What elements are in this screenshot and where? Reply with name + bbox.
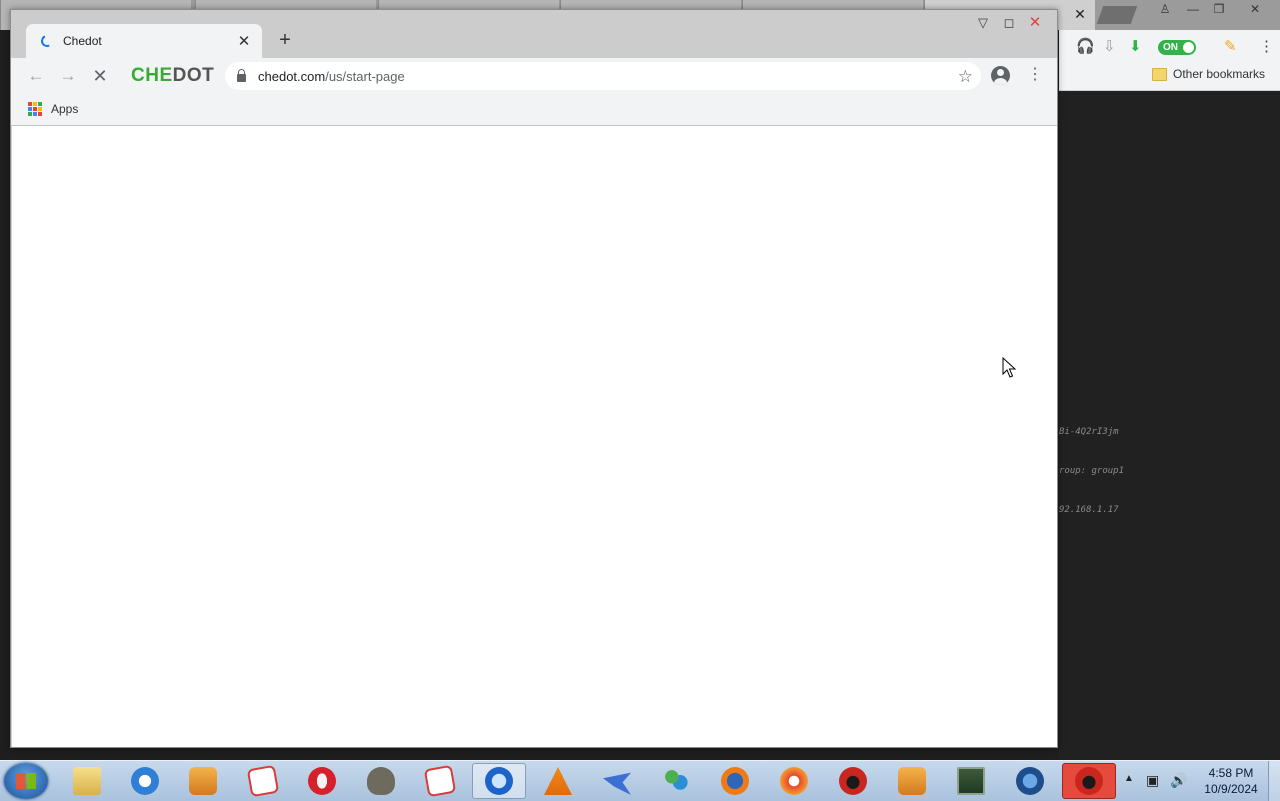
tray-network-icon[interactable]: ▣ xyxy=(1146,772,1159,789)
taskbar-media-player[interactable] xyxy=(176,763,230,799)
tray-volume-icon[interactable]: 🔊 xyxy=(1170,772,1187,789)
logo-part-2: DOT xyxy=(172,65,215,86)
console-line: 92.168.1.17 xyxy=(1059,505,1119,515)
apps-grid-icon xyxy=(28,102,42,116)
background-menu-icon[interactable]: ⋮ xyxy=(1259,38,1274,56)
dropdown-triangle-icon[interactable]: ▽ xyxy=(973,15,993,31)
taskbar-file-explorer[interactable] xyxy=(60,763,114,799)
more-menu-icon[interactable]: ⋮ xyxy=(1027,65,1043,85)
taskbar-network[interactable] xyxy=(1003,763,1057,799)
taskbar-gimp[interactable] xyxy=(354,763,408,799)
download-tray-icon[interactable]: ⇩ xyxy=(1103,38,1116,56)
mouse-cursor-icon xyxy=(1002,357,1016,378)
tray-expand-icon[interactable]: ▲ xyxy=(1124,773,1134,784)
download-icon[interactable]: ⬇ xyxy=(1129,38,1142,56)
show-desktop-button[interactable] xyxy=(1268,761,1280,801)
broom-icon[interactable]: ✎ xyxy=(1224,38,1237,56)
url-path: /us/start-page xyxy=(325,68,405,84)
chedot-logo[interactable]: CHEDOT xyxy=(131,65,214,87)
angry-bird-icon xyxy=(1075,767,1103,795)
background-new-tab-button[interactable] xyxy=(1096,6,1138,24)
back-arrow-icon[interactable]: ← xyxy=(26,66,46,86)
folder-icon xyxy=(1152,67,1167,81)
firefox-icon xyxy=(721,767,749,795)
opera-icon xyxy=(308,767,336,795)
background-profile-icon[interactable]: ♙ xyxy=(1152,0,1178,18)
console-text: Bi-4Q2rI3jm roup: group1 92.168.1.17 xyxy=(1059,400,1124,530)
chedot-browser-window: Chedot ✕ + ▽ ◻ ✕ ← → ✕ CHEDOT chedot.com… xyxy=(10,9,1058,748)
new-tab-button[interactable]: + xyxy=(273,30,297,52)
background-minimize-icon[interactable]: — xyxy=(1180,0,1206,18)
url-text[interactable]: chedot.com/us/start-page xyxy=(258,69,405,84)
address-bar[interactable]: chedot.com/us/start-page ☆ xyxy=(225,62,981,90)
roblox-icon xyxy=(246,764,280,798)
lock-icon[interactable] xyxy=(237,69,246,82)
roblox-studio-icon xyxy=(423,764,457,798)
logo-part-1: CHE xyxy=(131,65,173,86)
clock-date: 10/9/2024 xyxy=(1204,782,1258,796)
background-close-icon[interactable]: ✕ xyxy=(1242,0,1268,18)
taskbar-opera[interactable] xyxy=(295,763,349,799)
other-bookmarks[interactable]: Other bookmarks xyxy=(1152,67,1265,81)
start-button[interactable] xyxy=(4,763,48,799)
taskbar-shark-app[interactable] xyxy=(590,763,644,799)
media-player-icon xyxy=(898,767,926,795)
profile-avatar-icon[interactable] xyxy=(991,66,1010,85)
window-close-icon[interactable]: ✕ xyxy=(1025,15,1045,31)
gimp-icon xyxy=(367,767,395,795)
taskbar-internet-explorer[interactable] xyxy=(118,763,172,799)
tab-chedot[interactable]: Chedot ✕ xyxy=(26,24,262,58)
vlc-icon xyxy=(544,767,572,795)
media-player-icon xyxy=(189,767,217,795)
taskbar-angry-bird-active[interactable] xyxy=(1062,763,1116,799)
taskbar-messenger[interactable] xyxy=(649,763,703,799)
other-bookmarks-label: Other bookmarks xyxy=(1173,67,1266,81)
taskbar-roblox[interactable] xyxy=(236,763,290,799)
extension-toggle[interactable]: ON xyxy=(1158,40,1196,55)
clock[interactable]: 4:58 PM 10/9/2024 xyxy=(1196,765,1266,797)
task-manager-icon xyxy=(957,767,985,795)
loading-spinner-icon xyxy=(39,33,55,49)
background-restore-icon[interactable]: ❐ xyxy=(1206,0,1232,18)
taskbar-task-manager[interactable] xyxy=(944,763,998,799)
network-globe-icon xyxy=(1016,767,1044,795)
messenger-icon xyxy=(662,767,690,795)
console-line: roup: group1 xyxy=(1059,466,1125,476)
background-tab-close-icon[interactable]: ✕ xyxy=(1072,6,1088,24)
forward-arrow-icon[interactable]: → xyxy=(58,66,78,86)
taskbar-browser[interactable] xyxy=(767,763,821,799)
url-host: chedot.com xyxy=(258,68,326,84)
clock-time: 4:58 PM xyxy=(1208,766,1254,780)
angry-bird-icon xyxy=(839,767,867,795)
tab-title: Chedot xyxy=(63,34,102,48)
toolbar: ← → ✕ CHEDOT chedot.com/us/start-page ☆ … xyxy=(11,58,1057,94)
taskbar-roblox-studio[interactable] xyxy=(413,763,467,799)
headphones-icon[interactable]: 🎧 xyxy=(1076,38,1095,56)
bookmark-star-icon[interactable]: ☆ xyxy=(958,67,973,87)
taskbar-chedot[interactable] xyxy=(472,763,526,799)
taskbar: ▲ ▣ 🔊 4:58 PM 10/9/2024 xyxy=(0,760,1280,801)
title-bar: Chedot ✕ + ▽ ◻ ✕ xyxy=(11,10,1057,58)
stop-loading-icon[interactable]: ✕ xyxy=(90,66,110,86)
tab-close-icon[interactable]: ✕ xyxy=(236,32,252,50)
shark-icon xyxy=(603,772,631,795)
taskbar-firefox[interactable] xyxy=(708,763,762,799)
internet-explorer-icon xyxy=(131,767,159,795)
bookmarks-bar: Apps xyxy=(11,94,1057,126)
browser-app-icon xyxy=(780,767,808,795)
console-line: Bi-4Q2rI3jm xyxy=(1059,427,1119,437)
apps-shortcut[interactable]: Apps xyxy=(28,102,78,116)
taskbar-angry-bird[interactable] xyxy=(826,763,880,799)
page-content[interactable] xyxy=(12,126,1057,747)
folder-app-icon xyxy=(73,767,101,795)
taskbar-vlc[interactable] xyxy=(531,763,585,799)
maximize-icon[interactable]: ◻ xyxy=(999,15,1019,31)
taskbar-media-player-2[interactable] xyxy=(885,763,939,799)
chedot-app-icon xyxy=(485,767,513,795)
apps-label: Apps xyxy=(51,102,79,116)
